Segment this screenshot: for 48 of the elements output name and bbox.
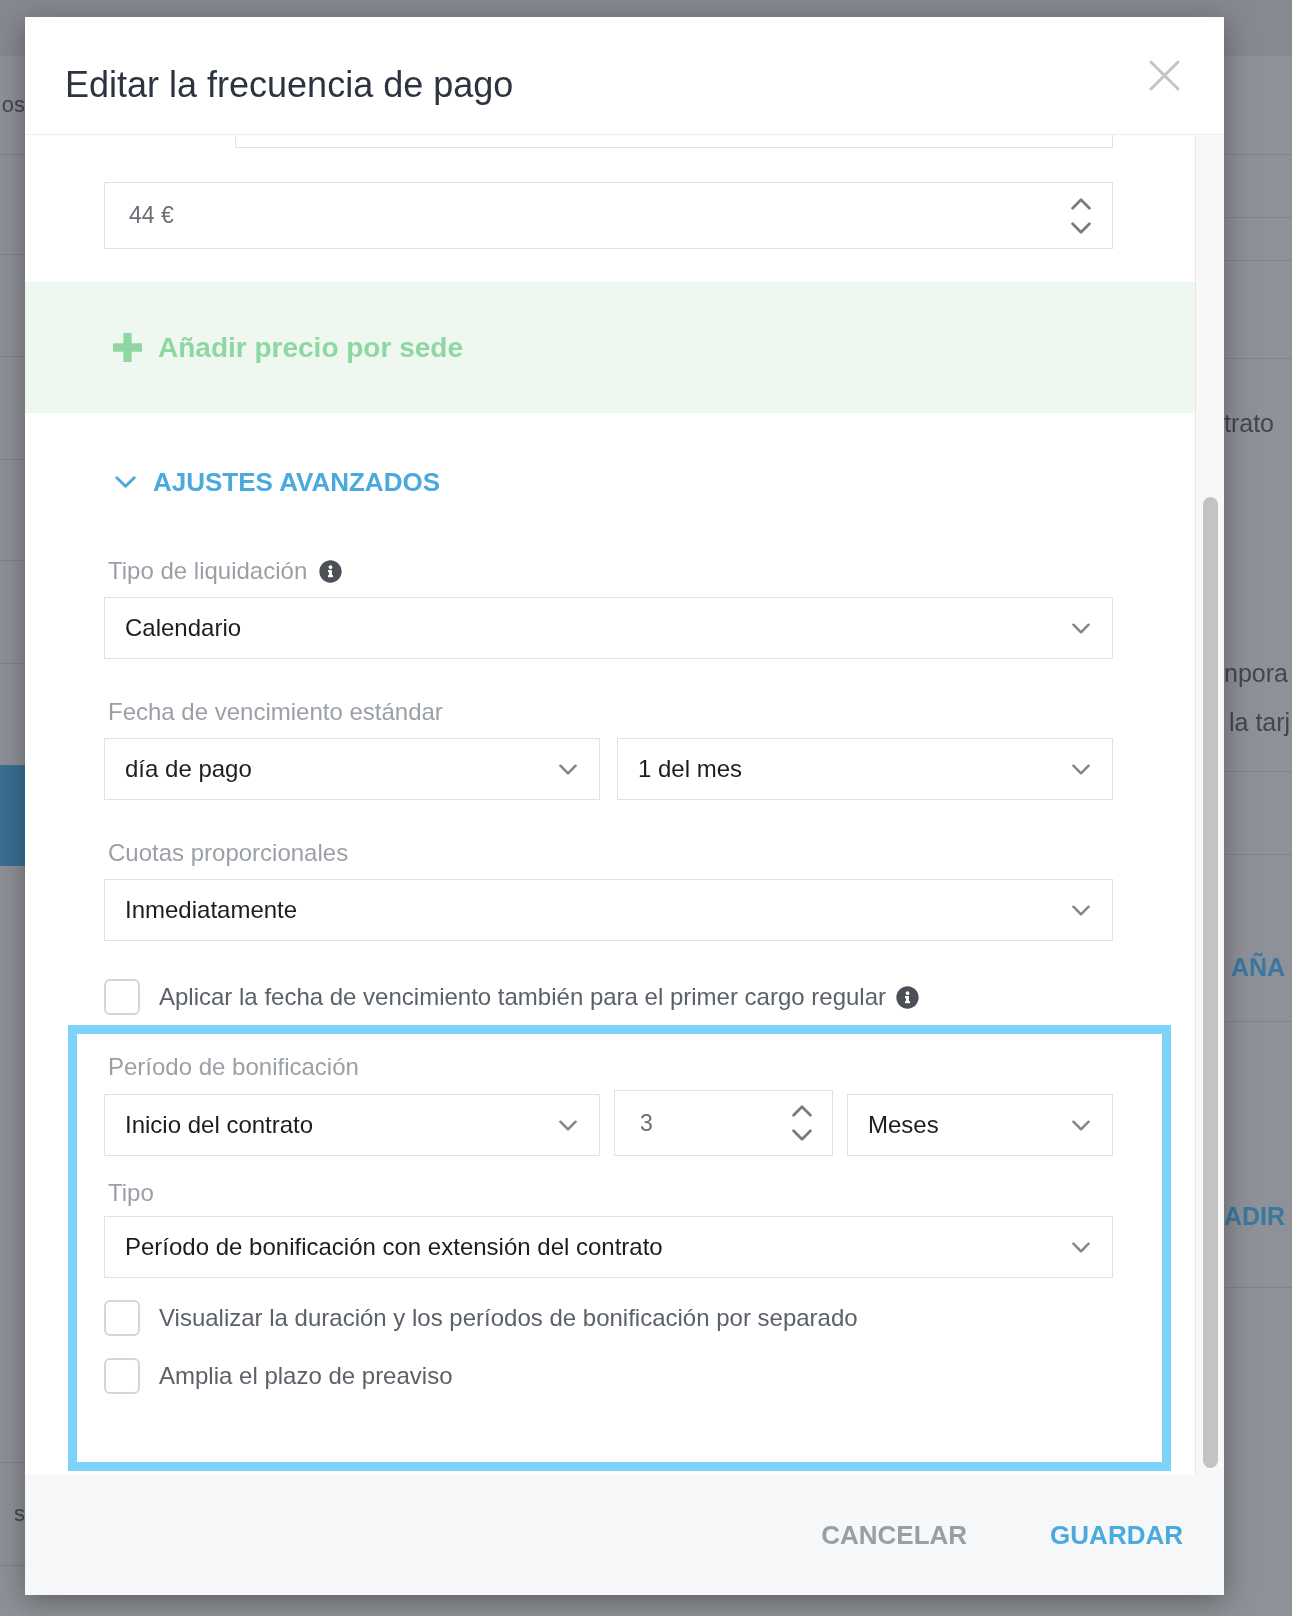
field-label: Fecha de vencimiento estándar [108,697,443,727]
background-text: os [1,91,25,119]
scrollbar-thumb[interactable] [1202,497,1218,1468]
background-text: AÑA [1231,952,1286,982]
number-field[interactable]: 44 € [104,182,1113,249]
chevron-down-icon [1072,622,1090,634]
chevron-up-icon[interactable] [792,1105,812,1117]
chevron-down-icon[interactable] [1071,221,1091,234]
checkbox[interactable] [104,979,140,1015]
background-text: la tarj [1229,707,1291,737]
checkbox[interactable] [104,1300,140,1336]
scrollbar-track[interactable] [1195,135,1224,1475]
select-field[interactable]: Meses [847,1094,1113,1156]
select-field[interactable]: día de pago [104,738,600,800]
chevron-down-icon [1072,904,1090,916]
checkbox-label: Aplicar la fecha de vencimiento también para el primer cargo regular [159,982,887,1012]
select-field[interactable]: Calendario [104,597,1113,659]
checkbox-label: Amplia el plazo de preaviso [159,1361,453,1391]
background-text: npora [1224,658,1288,688]
number-field[interactable]: 3 [614,1090,833,1156]
close-button[interactable] [1149,60,1180,91]
dialog-title: Editar la frecuencia de pago [65,62,514,107]
chevron-down-icon [115,476,136,488]
close-icon [1149,60,1180,91]
field-label: Cuotas proporcionales [108,838,349,868]
chevron-up-icon[interactable] [1071,197,1091,210]
chevron-down-icon [559,1119,577,1131]
info-icon[interactable] [319,559,343,583]
select-field[interactable]: 1 del mes [617,738,1113,800]
select-field[interactable]: Inmediatamente [104,879,1113,941]
select-field[interactable]: Período de bonificación con extensión del contrato [104,1216,1113,1278]
checkbox[interactable] [104,1358,140,1394]
select-field[interactable]: Inicio del contrato [104,1094,600,1156]
background-text: ADIR [1224,1201,1286,1231]
background-text: s [14,1500,25,1528]
checkbox-label: Visualizar la duración y los períodos de bonificación por separado [159,1303,858,1333]
field-label: Período de bonificación [108,1052,359,1082]
plus-icon [113,333,142,362]
chevron-down-icon [1072,763,1090,775]
chevron-down-icon [559,763,577,775]
field-label: Tipo de liquidación [108,556,308,586]
chevron-down-icon[interactable] [792,1129,812,1141]
background-text: trato [1224,408,1275,438]
info-icon[interactable] [896,985,920,1009]
chevron-down-icon [1072,1119,1090,1131]
chevron-down-icon [1072,1241,1090,1253]
field-label: Tipo [108,1178,154,1208]
input-field[interactable] [235,135,1113,148]
